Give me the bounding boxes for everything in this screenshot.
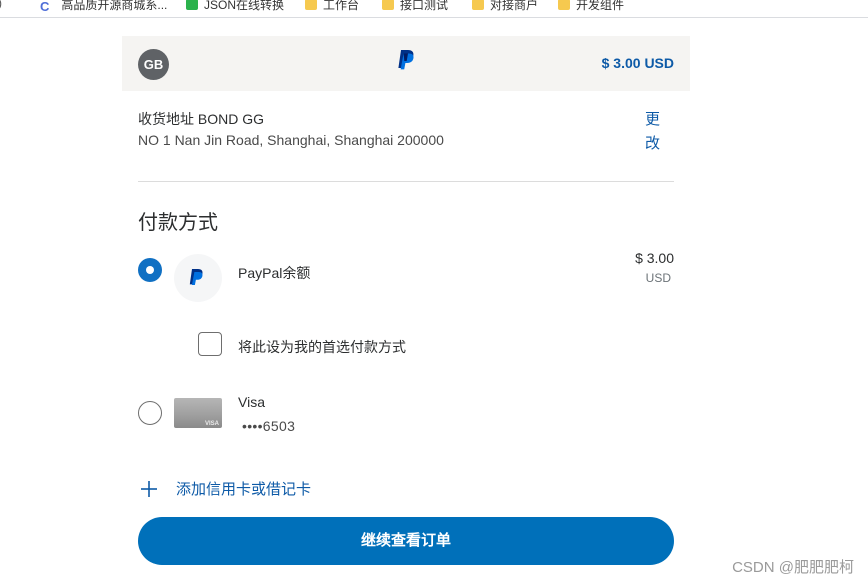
bookmark-item[interactable]: 对接商户 [472,0,538,13]
add-card-label: 添加信用卡或借记卡 [176,481,312,498]
bookmark-overflow[interactable]: ) [0,0,2,10]
continue-review-order-button[interactable]: 继续查看订单 [138,517,674,565]
bookmark-item[interactable]: JSON在线转换 [186,0,284,13]
folder-icon [305,0,317,10]
c-icon: C [40,0,50,14]
change-address-link[interactable]: 更改 [645,108,663,156]
order-total: $ 3.00 USD [601,55,674,71]
paypal-balance-radio[interactable] [138,258,162,282]
paypal-balance-amount: $ 3.00 [635,250,674,266]
visa-card-icon: VISA [174,398,222,428]
watermark: CSDN @肥肥肥柯 [732,559,854,576]
folder-icon [382,0,394,10]
bookmark-item[interactable]: 工作台 [305,0,359,13]
add-card-link[interactable]: 添加信用卡或借记卡 [140,478,311,499]
bookmark-item[interactable]: 接口测试 [382,0,448,13]
preferred-payment-checkbox[interactable] [198,332,222,356]
payment-method-title: 付款方式 [138,212,218,234]
shipping-label: 收货地址 BOND GG [138,111,265,127]
green-icon [186,0,198,10]
visa-label: Visa [238,394,265,410]
bookmarks-bar: ) C 高品质开源商城系... JSON在线转换 工作台 接口测试 对接商户 开… [0,0,868,18]
paypal-balance-currency: USD [645,271,671,285]
avatar[interactable]: GB [138,49,169,80]
paypal-icon [174,254,222,302]
paypal-logo [398,50,414,70]
folder-icon [472,0,484,10]
bookmark-item[interactable]: 开发组件 [558,0,624,13]
bookmark-item[interactable]: C 高品质开源商城系... [40,0,167,14]
preferred-payment-label[interactable]: 将此设为我的首选付款方式 [238,337,406,357]
plus-icon [141,480,157,497]
checkout-header: GB $ 3.00 USD [122,36,690,91]
shipping-address: NO 1 Nan Jin Road, Shanghai, Shanghai 20… [138,132,444,148]
divider [138,181,674,182]
paypal-balance-label: PayPal余额 [238,265,311,281]
visa-card-number: ••••6503 [242,418,296,434]
folder-icon [558,0,570,10]
visa-radio[interactable] [138,401,162,425]
